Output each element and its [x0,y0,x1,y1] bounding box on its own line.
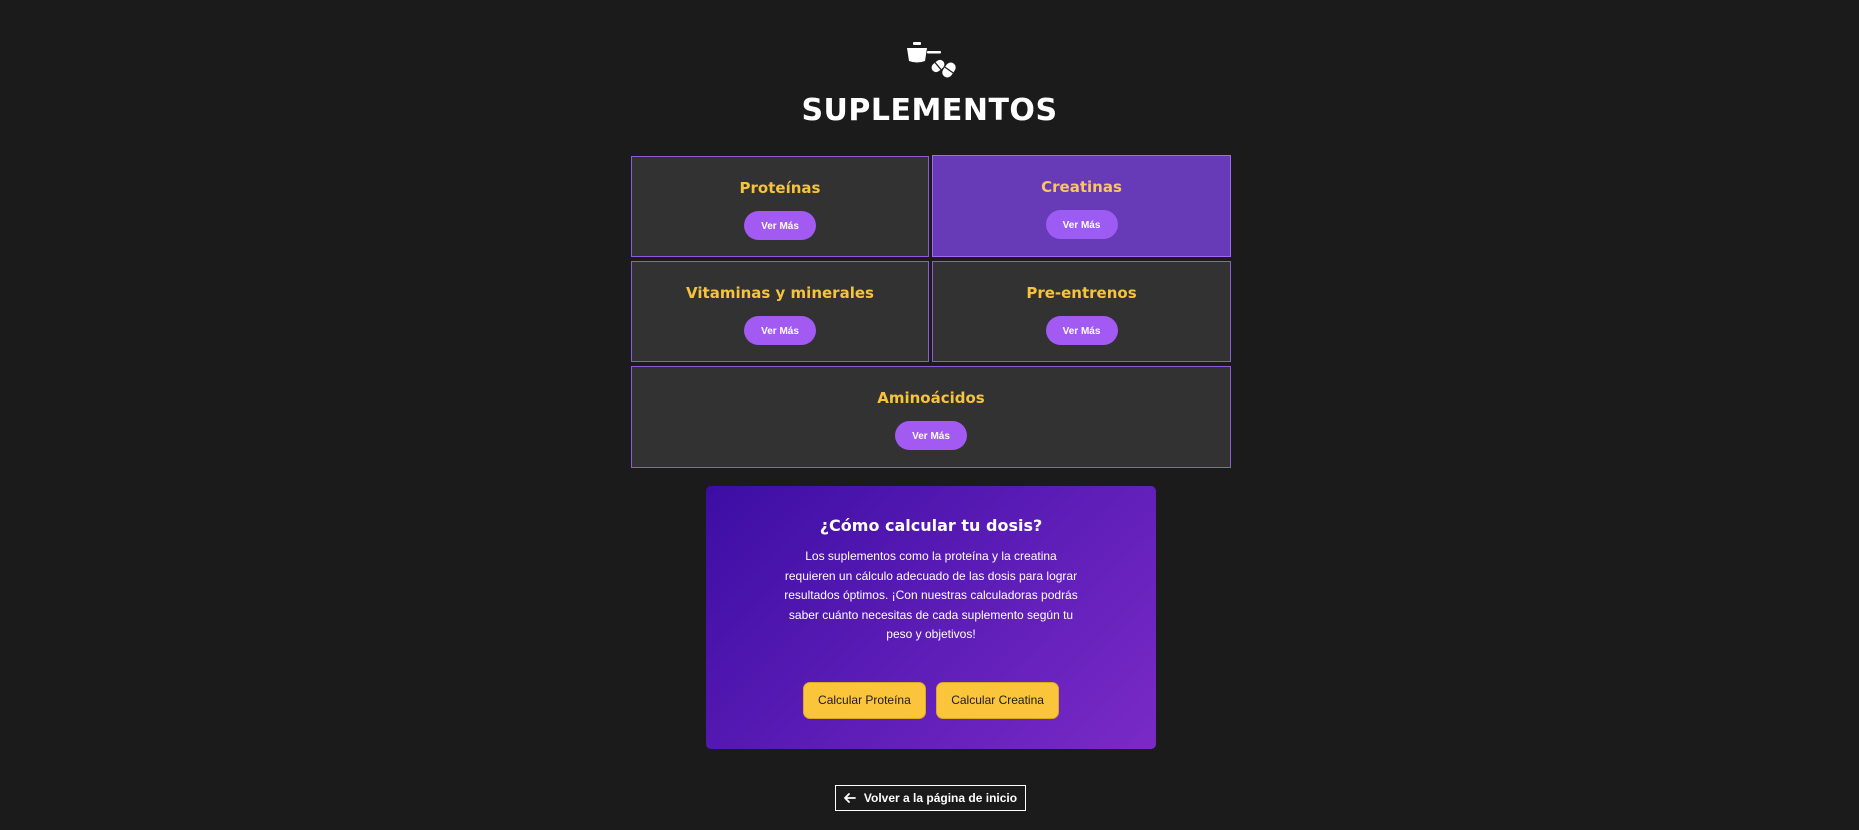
page-header: SUPLEMENTOS [0,40,1859,128]
category-title: Pre-entrenos [1026,284,1137,302]
back-to-home-button[interactable]: Volver a la página de inicio [835,785,1026,811]
arrow-left-icon [844,786,856,810]
category-title: Aminoácidos [877,389,985,407]
ver-mas-button[interactable]: Ver Más [1045,210,1118,239]
category-card-proteinas: Proteínas Ver Más [631,156,929,257]
ver-mas-button[interactable]: Ver Más [895,421,967,450]
calculator-description: Los suplementos como la proteína y la cr… [784,549,1078,641]
category-card-pre-entrenos: Pre-entrenos Ver Más [932,261,1231,362]
ver-mas-button[interactable]: Ver Más [744,316,816,345]
category-card-aminoacidos: Aminoácidos Ver Más [631,366,1231,468]
calcular-creatina-button[interactable]: Calcular Creatina [936,682,1059,719]
dose-calculator-panel: ¿Cómo calcular tu dosis? Los suplementos… [706,486,1156,749]
category-title: Creatinas [1041,178,1122,196]
category-title: Proteínas [739,179,821,197]
category-card-creatinas: Creatinas Ver Más [932,155,1231,257]
page-title: SUPLEMENTOS [801,93,1058,128]
category-title: Vitaminas y minerales [686,284,874,302]
supplement-scoop-and-pills-icon [902,40,958,84]
page: SUPLEMENTOS Proteínas Ver Más Creatinas … [0,0,1859,830]
category-card-vitaminas: Vitaminas y minerales Ver Más [631,261,929,362]
calcular-proteina-button[interactable]: Calcular Proteína [803,682,926,719]
calculator-actions: Calcular Proteína Calcular Creatina [706,682,1156,719]
calculator-title: ¿Cómo calcular tu dosis? [819,516,1043,535]
ver-mas-button[interactable]: Ver Más [744,211,816,240]
back-to-home-label: Volver a la página de inicio [863,791,1018,805]
ver-mas-button[interactable]: Ver Más [1045,316,1118,345]
